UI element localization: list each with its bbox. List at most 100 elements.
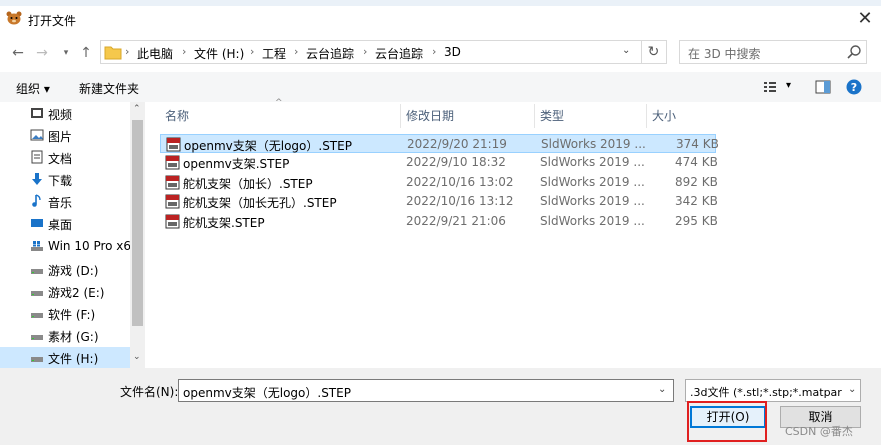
file-row[interactable]: 舵机支架（加长）.STEP 2022/10/16 13:02 SldWorks …: [160, 173, 718, 192]
sidebar-scroll-thumb[interactable]: [132, 120, 143, 326]
step-file-icon: [165, 194, 180, 209]
highlight-annotation: [687, 401, 767, 442]
close-icon: ✕: [857, 8, 873, 29]
file-type: SldWorks 2019 ...: [540, 175, 645, 189]
file-size: 474 KB: [675, 155, 718, 169]
file-name: 舵机支架.STEP: [183, 216, 265, 230]
preview-pane-icon[interactable]: [815, 80, 831, 94]
filename-label: 文件名(N):: [120, 385, 179, 399]
file-size: 374 KB: [676, 137, 719, 151]
breadcrumb-separator: ›: [294, 45, 299, 58]
view-options-icon[interactable]: [763, 80, 777, 94]
desktop-icon: [31, 219, 43, 227]
sidebar-item-label: 桌面: [48, 218, 73, 232]
download-icon: [32, 173, 42, 185]
sidebar-item-label: 文件 (H:): [48, 352, 99, 366]
sidebar-item-desktop[interactable]: 桌面: [0, 213, 130, 235]
file-size: 295 KB: [675, 214, 718, 228]
folder-icon: [104, 46, 122, 60]
sidebar-item-label: 游戏 (D:): [48, 264, 99, 278]
breadcrumb-item[interactable]: 文件 (H:): [194, 45, 244, 62]
new-folder-button[interactable]: 新建文件夹: [79, 80, 139, 97]
breadcrumb-item[interactable]: 云台追踪: [375, 45, 423, 62]
breadcrumb-item[interactable]: 工程: [262, 45, 286, 62]
search-placeholder: 在 3D 中搜索: [688, 47, 761, 61]
arrow-left-icon: ←: [12, 45, 24, 61]
sidebar-item-drive-g[interactable]: 素材 (G:): [0, 325, 130, 347]
filetype-value: .3d文件 (*.stl;*.stp;*.matpart;*: [690, 386, 842, 399]
column-header-size[interactable]: 大小: [647, 104, 717, 128]
file-row[interactable]: openmv支架（无logo）.STEP 2022/9/20 21:19 Sld…: [160, 134, 719, 153]
sidebar-item-pictures[interactable]: 图片: [0, 125, 130, 147]
file-size: 342 KB: [675, 194, 718, 208]
back-button[interactable]: ←: [8, 44, 28, 62]
column-header-name[interactable]: 名称: [160, 104, 401, 128]
view-dropdown-icon[interactable]: ▾: [786, 80, 791, 91]
sidebar-item-drive-e[interactable]: 游戏2 (E:): [0, 281, 130, 303]
sidebar-item-label: 软件 (F:): [48, 308, 96, 322]
sidebar-item-drive-h[interactable]: 文件 (H:): [0, 347, 130, 369]
file-name: openmv支架.STEP: [183, 157, 290, 171]
file-date: 2022/10/16 13:02: [406, 175, 514, 189]
svg-text:?: ?: [851, 81, 857, 94]
chevron-down-icon: ▾: [63, 48, 69, 58]
breadcrumb-item[interactable]: 3D: [444, 45, 461, 59]
scroll-down-icon[interactable]: ⌄: [133, 352, 141, 362]
refresh-button[interactable]: ↻: [641, 41, 665, 63]
arrow-up-icon: ↑: [80, 45, 92, 61]
file-row[interactable]: openmv支架.STEP 2022/9/10 18:32 SldWorks 2…: [160, 153, 718, 172]
title-bar: [0, 6, 881, 34]
sidebar-item-drive-d[interactable]: 游戏 (D:): [0, 259, 130, 281]
organize-menu[interactable]: 组织 ▾: [16, 80, 50, 97]
file-name: 舵机支架（加长）.STEP: [183, 177, 313, 191]
recent-dropdown[interactable]: ▾: [56, 44, 76, 62]
file-type: SldWorks 2019 ...: [541, 137, 646, 151]
file-row[interactable]: 舵机支架.STEP 2022/9/21 21:06 SldWorks 2019 …: [160, 212, 718, 231]
breadcrumb-item[interactable]: 云台追踪: [306, 45, 354, 62]
breadcrumb-separator: ›: [250, 45, 255, 58]
sidebar-item-label: 视频: [48, 108, 73, 122]
drive-windows-icon: [31, 241, 43, 251]
file-row[interactable]: 舵机支架（加长无孔）.STEP 2022/10/16 13:12 SldWork…: [160, 192, 718, 211]
file-type: SldWorks 2019 ...: [540, 194, 645, 208]
file-date: 2022/9/20 21:19: [407, 137, 507, 151]
search-icon[interactable]: [846, 44, 862, 60]
picture-icon: [30, 129, 44, 141]
sidebar-item-drive-c[interactable]: Win 10 Pro x64: [0, 236, 139, 258]
help-icon[interactable]: ?: [846, 79, 862, 95]
drive-icon: [31, 269, 43, 274]
refresh-icon: ↻: [647, 44, 660, 60]
arrow-right-icon: →: [36, 45, 48, 61]
app-bear-icon: [6, 11, 22, 25]
close-button[interactable]: ✕: [850, 6, 880, 32]
up-button[interactable]: ↑: [76, 44, 96, 62]
breadcrumb-separator: ›: [125, 45, 130, 58]
file-size: 892 KB: [675, 175, 718, 189]
address-dropdown-icon[interactable]: ⌄: [622, 45, 630, 56]
file-type: SldWorks 2019 ...: [540, 214, 645, 228]
forward-button[interactable]: →: [32, 44, 52, 62]
sidebar-item-videos[interactable]: 视频: [0, 103, 130, 125]
filename-dropdown-icon[interactable]: ⌄: [658, 384, 666, 395]
document-icon: [31, 150, 43, 164]
file-date: 2022/9/21 21:06: [406, 214, 506, 228]
file-date: 2022/9/10 18:32: [406, 155, 506, 169]
sidebar-item-drive-f[interactable]: 软件 (F:): [0, 303, 130, 325]
sidebar-item-downloads[interactable]: 下载: [0, 169, 130, 191]
scroll-up-icon[interactable]: ⌃: [133, 104, 141, 114]
step-file-icon: [165, 155, 180, 170]
filetype-dropdown-icon[interactable]: ⌄: [848, 384, 856, 395]
step-file-icon: [165, 175, 180, 190]
breadcrumb-separator: ›: [363, 45, 368, 58]
sidebar-item-label: 下载: [48, 174, 73, 188]
breadcrumb-item[interactable]: 此电脑: [137, 45, 173, 62]
window-title: 打开文件: [28, 14, 77, 28]
sidebar-item-label: Win 10 Pro x64: [48, 239, 139, 253]
video-icon: [31, 108, 43, 118]
sidebar-item-label: 游戏2 (E:): [48, 286, 105, 300]
sidebar-item-documents[interactable]: 文档: [0, 147, 130, 169]
column-header-type[interactable]: 类型: [535, 104, 647, 128]
column-header-date[interactable]: 修改日期: [401, 104, 535, 128]
drive-icon: [31, 335, 43, 340]
sidebar-item-music[interactable]: 音乐: [0, 191, 130, 213]
